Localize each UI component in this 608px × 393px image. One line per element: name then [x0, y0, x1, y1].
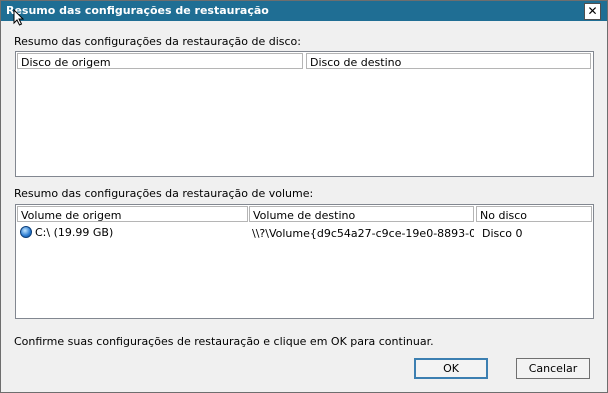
ok-button[interactable]: OK [414, 358, 488, 379]
column-header-destination-disk[interactable]: Disco de destino [306, 53, 591, 69]
source-volume-cell: C:\ (19.99 GB) [20, 226, 248, 239]
column-header-destination-volume[interactable]: Volume de destino [249, 206, 474, 222]
window-title: Resumo das configurações de restauração [6, 4, 269, 17]
destination-volume-cell: \\?\Volume{d9c54a27-c9ce-19e0-8893-00... [252, 227, 474, 240]
volume-icon [20, 226, 32, 238]
source-volume-value: C:\ (19.99 GB) [35, 226, 114, 239]
table-row[interactable]: C:\ (19.99 GB) \\?\Volume{d9c54a27-c9ce-… [17, 224, 592, 241]
column-header-disk[interactable]: No disco [476, 206, 592, 222]
mouse-cursor-icon [13, 9, 25, 26]
disk-summary-label: Resumo das configurações da restauração … [14, 35, 301, 48]
close-icon: ✕ [587, 4, 598, 18]
disk-summary-list[interactable]: Disco de origem Disco de destino [15, 51, 594, 177]
volume-summary-label: Resumo das configurações da restauração … [14, 187, 314, 200]
disk-cell: Disco 0 [482, 227, 523, 240]
column-header-source-volume[interactable]: Volume de origem [17, 206, 248, 222]
restore-summary-dialog: Resumo das configurações de restauração … [0, 0, 608, 393]
close-button[interactable]: ✕ [584, 3, 601, 20]
column-header-source-disk[interactable]: Disco de origem [17, 53, 303, 69]
confirmation-message: Confirme suas configurações de restauraç… [14, 335, 434, 348]
cancel-button[interactable]: Cancelar [516, 358, 590, 379]
title-bar[interactable]: Resumo das configurações de restauração … [1, 1, 607, 21]
volume-summary-list[interactable]: Volume de origem Volume de destino No di… [15, 204, 594, 319]
